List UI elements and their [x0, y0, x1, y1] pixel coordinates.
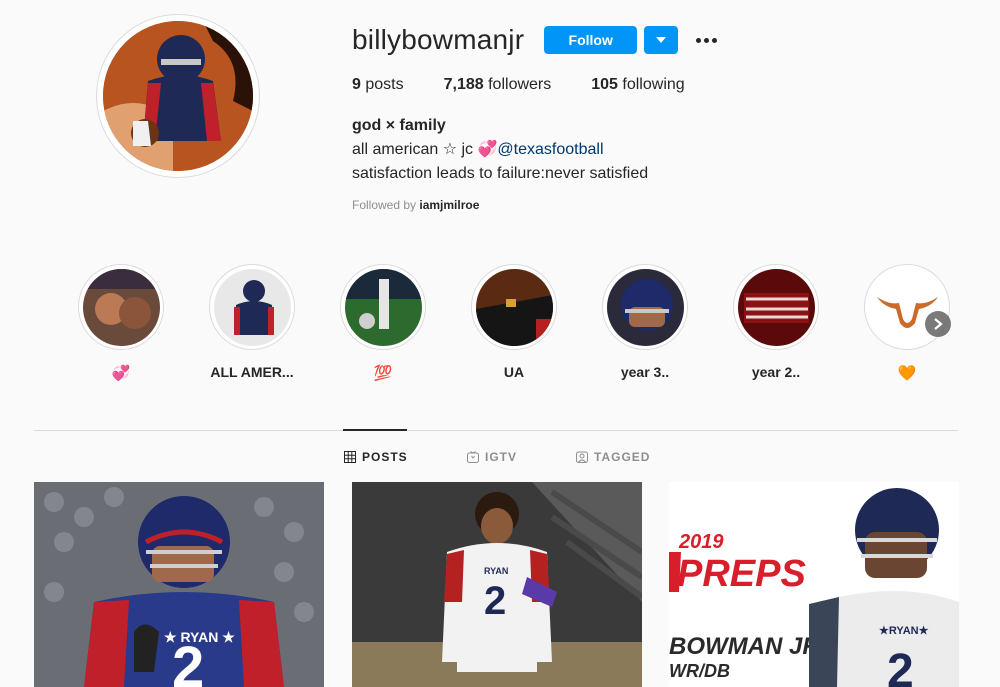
profile-stats: 9 posts 7,188 followers 105 following	[352, 76, 725, 94]
post-graphic-text: BOWMAN JR.	[669, 633, 826, 660]
highlight-cover	[213, 268, 291, 346]
more-dots-icon	[695, 37, 701, 43]
username: billybowmanjr	[352, 24, 525, 55]
highlight-item[interactable]: 💯	[340, 264, 426, 382]
highlight-label: 💯	[373, 365, 393, 382]
highlight-item[interactable]: 💞	[78, 264, 164, 382]
post-graphic-text: 2	[887, 645, 914, 687]
highlight-label: year 2..	[751, 364, 801, 380]
profile-avatar-ring[interactable]	[96, 14, 260, 178]
profile-avatar[interactable]	[103, 21, 253, 171]
highlight-cover	[344, 268, 422, 346]
igtv-icon	[467, 451, 479, 463]
followed-by[interactable]: Followed by iamjmilroe	[352, 198, 725, 212]
tab-igtv[interactable]: IGTV	[467, 450, 517, 464]
post-graphic-text: 2019	[678, 531, 724, 553]
profile-bio: god × family all american ☆ jc 💞@texasfo…	[352, 114, 725, 186]
post-image: 2019 PREPS BOWMAN JR. WR/DB ★RYAN★ 2	[669, 482, 959, 687]
highlights-next-button[interactable]	[925, 311, 951, 337]
following-link[interactable]: 105 following	[591, 76, 684, 94]
post-graphic-text: RYAN	[484, 566, 508, 576]
post-thumbnail[interactable]: ★ RYAN ★ 2	[34, 482, 324, 687]
post-image: RYAN 2	[352, 482, 642, 687]
highlight-item[interactable]: year 2..	[733, 264, 819, 380]
grid-icon	[344, 451, 356, 463]
highlight-label: UA	[503, 364, 525, 380]
tagged-icon	[576, 451, 588, 463]
highlight-label: 🧡	[897, 365, 917, 382]
tab-posts[interactable]: POSTS	[344, 450, 408, 464]
bio-line-1: all american ☆ jc 💞@texasfootball	[352, 141, 604, 158]
highlight-item[interactable]: UA	[471, 264, 557, 380]
highlight-cover	[82, 268, 160, 346]
highlight-label: ALL AMER...	[210, 364, 294, 380]
highlight-label: year 3..	[620, 364, 670, 380]
story-highlights: 💞 ALL AMER... 💯 UA year 3.. year 2.. 🧡	[78, 264, 958, 384]
post-graphic-text: ★RYAN★	[879, 625, 929, 637]
bio-line-2: satisfaction leads to failure:never sati…	[352, 165, 649, 182]
highlight-label: 💞	[111, 365, 131, 382]
post-image: ★ RYAN ★ 2	[34, 482, 324, 687]
suggested-dropdown-button[interactable]	[644, 26, 679, 54]
profile-info: billybowmanjr Follow 9 posts 7,188 follo…	[352, 22, 725, 212]
post-thumbnail[interactable]: 2019 PREPS BOWMAN JR. WR/DB ★RYAN★ 2	[669, 482, 959, 687]
highlight-cover	[606, 268, 684, 346]
tabs-divider	[34, 430, 958, 431]
profile-full-name: god × family	[352, 117, 446, 134]
highlight-item[interactable]: year 3..	[602, 264, 688, 380]
tab-tagged[interactable]: TAGGED	[576, 450, 650, 464]
post-graphic-text: PREPS	[677, 553, 806, 595]
posts-count: 9 posts	[352, 76, 404, 93]
post-graphic-text: WR/DB	[669, 661, 730, 681]
profile-photo	[103, 21, 253, 171]
options-button[interactable]	[690, 26, 722, 54]
post-thumbnail[interactable]: RYAN 2	[352, 482, 642, 687]
highlight-item[interactable]: ALL AMER...	[209, 264, 295, 380]
highlight-cover	[475, 268, 553, 346]
chevron-right-icon	[934, 318, 943, 330]
active-tab-indicator	[343, 429, 407, 431]
followed-by-user[interactable]: iamjmilroe	[419, 198, 479, 212]
highlight-cover	[737, 268, 815, 346]
mention-link[interactable]: @texasfootball	[497, 141, 603, 158]
post-graphic-text: 2	[172, 635, 204, 687]
followers-link[interactable]: 7,188 followers	[444, 76, 552, 94]
title-row: billybowmanjr Follow	[352, 22, 725, 58]
post-graphic-text: 2	[484, 579, 506, 623]
caret-down-icon	[656, 37, 667, 43]
follow-button[interactable]: Follow	[544, 26, 638, 54]
